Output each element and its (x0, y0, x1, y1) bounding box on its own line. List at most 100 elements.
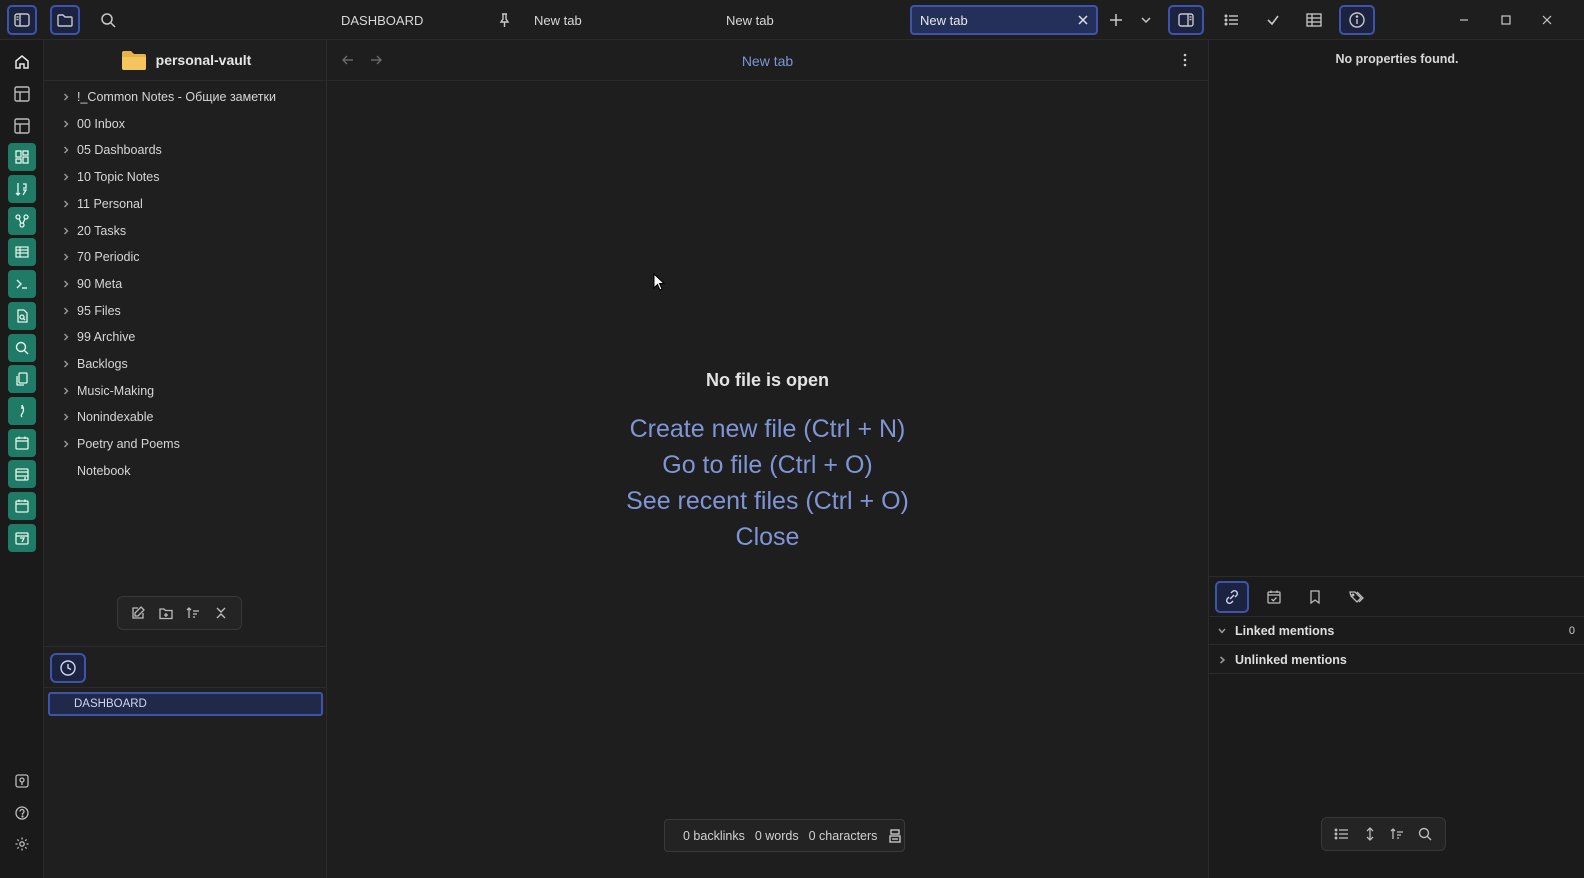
canvas-button[interactable] (8, 80, 36, 108)
copy-icon (16, 372, 28, 386)
terminal-button[interactable] (8, 270, 36, 298)
file-search-button[interactable] (8, 302, 36, 330)
help-button[interactable] (8, 799, 36, 827)
word-count: 0 words (754, 828, 799, 843)
folder-item[interactable]: Nonindexable (58, 406, 153, 428)
tab-new-active[interactable]: New tab (910, 5, 1098, 35)
search-button[interactable] (93, 5, 123, 35)
search-filter-button[interactable] (1417, 826, 1433, 842)
tasks-button[interactable] (1258, 5, 1288, 35)
monthly-note-button[interactable] (8, 492, 36, 520)
recent-file-item[interactable]: DASHBOARD (48, 692, 323, 716)
vault-header[interactable]: personal-vault (44, 40, 327, 81)
toggle-left-sidebar-button[interactable] (7, 5, 37, 35)
sort-button[interactable] (1389, 826, 1405, 842)
file-explorer-button[interactable] (50, 5, 80, 35)
expand-button[interactable] (1362, 826, 1378, 842)
minimize-button[interactable] (1449, 5, 1479, 35)
sync-status-button[interactable] (887, 828, 903, 844)
tab-label: New tab (920, 12, 968, 28)
file-item[interactable]: Notebook (58, 460, 131, 482)
collapse-all-button[interactable] (213, 605, 229, 621)
sidebar-left-icon (14, 13, 30, 27)
backlinks-tab[interactable] (1215, 581, 1249, 613)
folder-item[interactable]: 95 Files (58, 300, 121, 322)
new-note-button[interactable] (130, 605, 146, 621)
create-new-file-link[interactable]: Create new file (Ctrl + N) (327, 411, 1208, 447)
recent-files-link[interactable]: See recent files (Ctrl + O) (327, 483, 1208, 519)
spreadsheet-button[interactable] (8, 238, 36, 266)
recent-file-label: DASHBOARD (74, 698, 147, 710)
tab-new-2[interactable]: New tab (726, 5, 774, 35)
weekly-note-button[interactable] (8, 460, 36, 488)
check-icon (1267, 15, 1279, 26)
backlinks-count[interactable]: 0 backlinks (683, 829, 745, 843)
tags-tab[interactable] (1340, 581, 1374, 613)
daily-note-button[interactable] (8, 429, 36, 457)
clock-icon (60, 660, 76, 676)
terminal-icon (16, 279, 27, 289)
maximize-button[interactable] (1491, 5, 1521, 35)
calendar-day-icon (15, 532, 29, 545)
close-tab-button[interactable] (1076, 13, 1090, 27)
settings-button[interactable] (8, 830, 36, 858)
outline-button[interactable] (1217, 5, 1247, 35)
folder-item[interactable]: 00 Inbox (58, 113, 125, 135)
unlinked-mentions-header[interactable]: Unlinked mentions (1209, 646, 1584, 674)
chevron-right-icon (58, 226, 74, 236)
folder-item[interactable]: Music-Making (58, 380, 154, 402)
linked-mentions-label: Linked mentions (1235, 623, 1335, 638)
copy-button[interactable] (8, 365, 36, 393)
graph-view-button[interactable] (8, 207, 36, 235)
ribbon (0, 40, 44, 878)
calendar-tab[interactable] (1257, 581, 1291, 613)
calendar-day-button[interactable] (8, 524, 36, 552)
tab-list-button[interactable] (1131, 5, 1161, 35)
linked-mentions-header[interactable]: Linked mentions 0 (1209, 617, 1584, 645)
go-to-file-link[interactable]: Go to file (Ctrl + O) (327, 447, 1208, 483)
view-header: New tab (327, 40, 1208, 81)
help-icon (15, 806, 29, 820)
vault-switch-button[interactable] (8, 767, 36, 795)
bookmarks-tab[interactable] (1298, 581, 1332, 613)
new-tab-button[interactable] (1101, 5, 1131, 35)
tab-label: New tab (534, 12, 582, 28)
folder-item[interactable]: 05 Dashboards (58, 139, 162, 161)
folder-item[interactable]: 99 Archive (58, 326, 135, 348)
toggle-right-sidebar-button[interactable] (1168, 5, 1204, 35)
folder-label: Backlogs (77, 357, 128, 371)
sort-button[interactable] (185, 605, 201, 621)
folder-item[interactable]: 11 Personal (58, 193, 143, 215)
info-icon (1349, 12, 1365, 28)
folder-label: 99 Archive (77, 330, 136, 345)
close-window-button[interactable] (1532, 5, 1562, 35)
bookmark-icon (1310, 590, 1320, 605)
folder-label: 10 Topic Notes (77, 170, 160, 185)
more-vertical-icon (1183, 53, 1187, 67)
chevron-right-icon (1209, 654, 1235, 666)
tab-dashboard[interactable]: DASHBOARD (341, 5, 423, 35)
file-properties-button[interactable] (1339, 5, 1375, 35)
folder-item[interactable]: Poetry and Poems (58, 433, 180, 455)
show-context-button[interactable] (1334, 826, 1350, 842)
pin-button[interactable] (489, 5, 519, 35)
folder-item[interactable]: 20 Tasks (58, 220, 126, 242)
more-options-button[interactable] (1178, 52, 1192, 68)
tab-new-1[interactable]: New tab (534, 5, 582, 35)
folder-item[interactable]: !_Common Notes - Общие заметки (58, 86, 276, 108)
folder-item[interactable]: 70 Periodic (58, 246, 140, 268)
global-search-button[interactable] (8, 334, 36, 362)
close-link[interactable]: Close (327, 519, 1208, 555)
dashboard-button[interactable] (8, 143, 36, 171)
new-folder-button[interactable] (158, 605, 174, 621)
folder-item[interactable]: 90 Meta (58, 273, 122, 295)
table-view-button[interactable] (1299, 5, 1329, 35)
home-button[interactable] (8, 48, 36, 76)
sort-button[interactable] (8, 175, 36, 203)
view-title[interactable]: New tab (327, 40, 1208, 81)
recent-files-button[interactable] (50, 653, 86, 683)
draw-button[interactable] (8, 397, 36, 425)
template-button[interactable] (8, 112, 36, 140)
folder-item[interactable]: Backlogs (58, 353, 128, 375)
folder-item[interactable]: 10 Topic Notes (58, 166, 159, 188)
